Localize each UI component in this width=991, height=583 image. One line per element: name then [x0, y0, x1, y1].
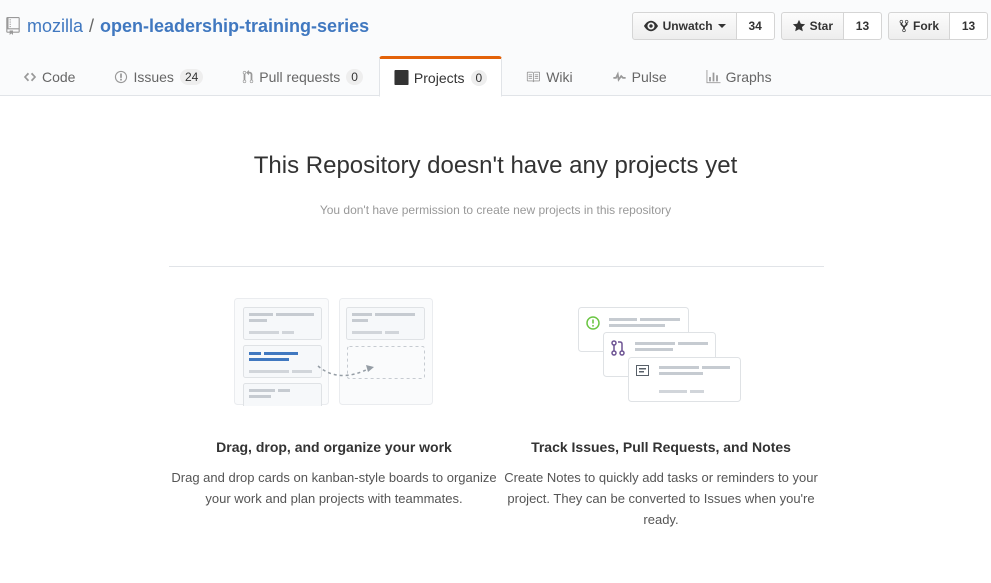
unwatch-button[interactable]: Unwatch: [631, 12, 737, 40]
chevron-down-icon: [717, 24, 726, 28]
repo-icon: [6, 17, 20, 35]
fork-group: Fork 13: [887, 12, 988, 40]
tab-projects-label: Projects: [413, 69, 465, 86]
issues-counter: 24: [179, 69, 204, 85]
repo-header: mozilla / open-leadership-training-serie…: [0, 0, 991, 97]
graph-icon: [706, 70, 721, 84]
repo-nav-tabs: Code Issues 24 Pull requests 0 Projects …: [0, 56, 788, 97]
tab-wiki[interactable]: Wiki: [502, 56, 588, 96]
tab-graphs-label: Graphs: [725, 69, 772, 85]
tab-code[interactable]: Code: [0, 56, 91, 96]
star-icon: [792, 19, 805, 32]
divider: [169, 266, 824, 267]
star-group: Star 13: [780, 12, 882, 40]
issues-notes-illustration: [578, 307, 741, 402]
tab-projects[interactable]: Projects 0: [378, 56, 503, 97]
blank-state-subtitle: You don't have permission to create new …: [319, 203, 672, 217]
fork-icon: [899, 19, 909, 33]
stargazers-count[interactable]: 13: [843, 12, 882, 40]
issue-icon: [115, 70, 128, 84]
feature-tracking-text: Create Notes to quickly add tasks or rem…: [504, 470, 818, 527]
fork-label: Fork: [912, 19, 939, 33]
forks-count[interactable]: 13: [950, 12, 988, 40]
blank-state-title: This Repository doesn't have any project…: [253, 152, 738, 179]
tab-issues-label: Issues: [133, 69, 174, 85]
feature-kanban-text: Drag and drop cards on kanban-style boar…: [171, 470, 497, 506]
project-icon: [394, 70, 409, 85]
watch-group: Unwatch 34: [631, 12, 775, 40]
repo-owner-link[interactable]: mozilla: [27, 16, 83, 37]
feature-tracking-title: Track Issues, Pull Requests, and Notes: [531, 439, 791, 455]
tab-wiki-label: Wiki: [546, 69, 573, 85]
star-label: Star: [809, 19, 833, 33]
eye-icon: [643, 20, 658, 32]
tab-graphs[interactable]: Graphs: [683, 56, 788, 96]
tab-pulse-label: Pulse: [631, 69, 667, 85]
repo-name-link[interactable]: open-leadership-training-series: [100, 16, 369, 37]
unwatch-label: Unwatch: [662, 19, 713, 33]
tab-pull-requests-label: Pull requests: [259, 69, 341, 85]
book-icon: [527, 71, 541, 83]
star-button[interactable]: Star: [780, 12, 844, 40]
repo-title: mozilla / open-leadership-training-serie…: [6, 14, 369, 38]
repo-actions: Unwatch 34 Star 13 Fork 13: [626, 12, 988, 40]
tab-code-label: Code: [42, 69, 76, 85]
fork-button[interactable]: Fork: [887, 12, 950, 40]
tab-pull-requests[interactable]: Pull requests 0: [219, 56, 379, 96]
tab-pulse[interactable]: Pulse: [589, 56, 683, 96]
pull-request-icon: [243, 70, 254, 84]
feature-kanban-title: Drag, drop, and organize your work: [216, 439, 452, 455]
watchers-count[interactable]: 34: [736, 12, 775, 40]
pulse-icon: [613, 71, 626, 82]
path-separator: /: [89, 15, 95, 36]
pull-requests-counter: 0: [346, 69, 363, 85]
projects-counter: 0: [470, 69, 488, 86]
kanban-board-illustration: [234, 298, 433, 406]
tab-issues[interactable]: Issues 24: [91, 56, 219, 96]
code-icon: [23, 72, 37, 82]
